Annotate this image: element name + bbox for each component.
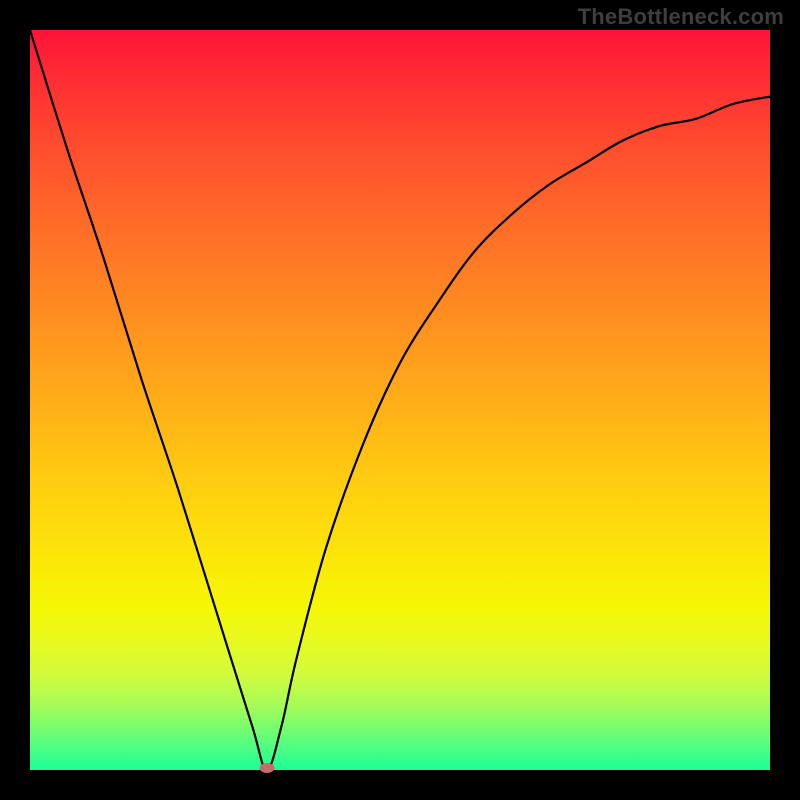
chart-frame: TheBottleneck.com bbox=[0, 0, 800, 800]
curve-svg bbox=[30, 30, 770, 770]
plot-area bbox=[30, 30, 770, 770]
watermark-text: TheBottleneck.com bbox=[578, 4, 784, 30]
vertex-dot bbox=[259, 763, 274, 773]
bottleneck-curve bbox=[30, 30, 770, 770]
